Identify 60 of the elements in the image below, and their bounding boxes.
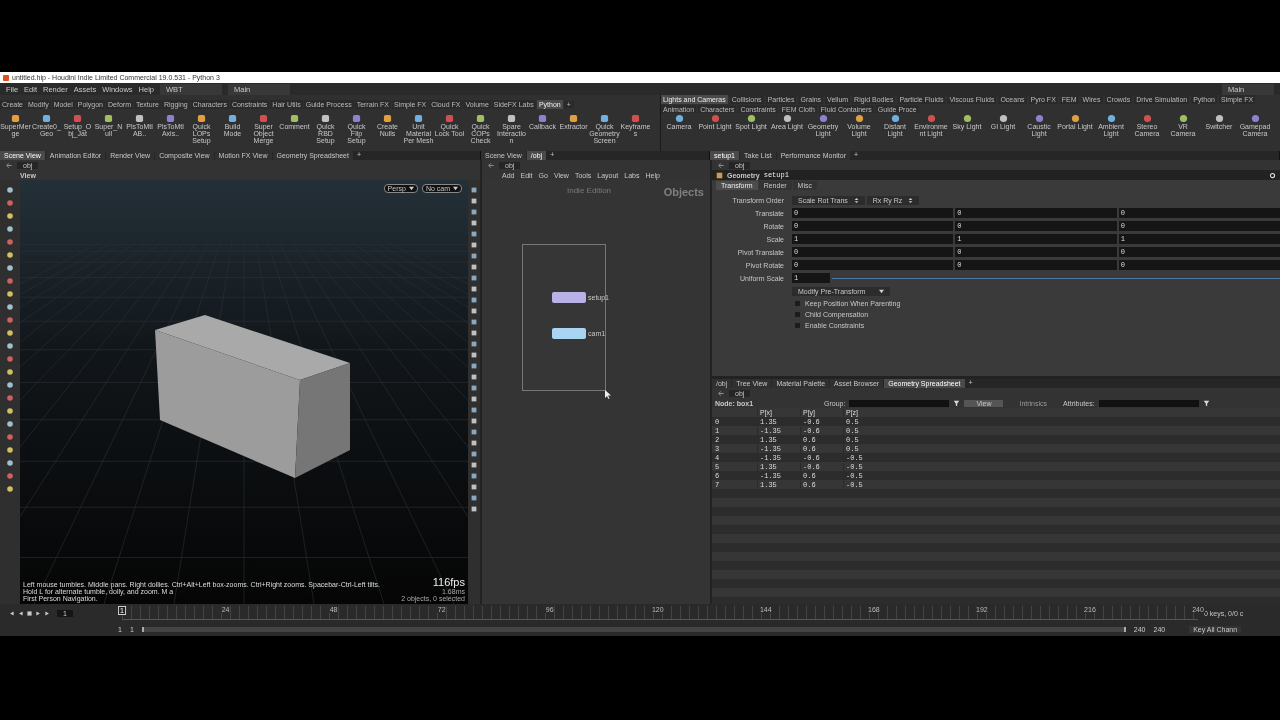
shelf-tool-icon[interactable]	[890, 114, 900, 123]
checkbox[interactable]	[795, 322, 800, 328]
shelf-tool-icon[interactable]	[507, 114, 516, 123]
shelf-tool-icon[interactable]	[11, 114, 20, 123]
shelf-tool-icon[interactable]	[538, 114, 547, 123]
shelf-tool-icon[interactable]	[818, 114, 828, 123]
cursor-icon	[605, 390, 611, 399]
checkbox[interactable]	[795, 300, 800, 306]
group-field[interactable]	[849, 399, 950, 407]
fps-readout: 116fps	[432, 576, 465, 588]
stepper-icon	[908, 197, 914, 203]
shelf-tool-icon[interactable]	[746, 114, 756, 123]
shelf-tool-icon[interactable]	[476, 114, 485, 123]
shelf-tool-icon[interactable]	[710, 114, 720, 123]
shelf-tool-icon[interactable]	[1214, 114, 1224, 123]
node-type-icon	[716, 171, 723, 179]
shelf-tool-icon[interactable]	[569, 114, 578, 123]
caret-icon	[408, 186, 414, 191]
back-arrow-icon[interactable]	[488, 161, 495, 169]
checkbox[interactable]	[795, 311, 800, 317]
shelf-tool-icon[interactable]	[414, 114, 423, 123]
shelf-tool-icon[interactable]	[321, 114, 330, 123]
shelf-tool-icon[interactable]	[352, 114, 361, 123]
node[interactable]	[552, 292, 586, 303]
shelf-tool-icon[interactable]	[73, 114, 82, 123]
context-label: Objects	[663, 186, 704, 198]
shelf-tool-icon[interactable]	[1034, 114, 1044, 123]
caret-icon	[879, 288, 884, 294]
shelf-tool-icon[interactable]	[259, 114, 268, 123]
shelf-tool-icon[interactable]	[166, 114, 175, 123]
back-arrow-icon[interactable]	[6, 161, 13, 169]
shelf-tool-icon[interactable]	[42, 114, 51, 123]
shelf-tool-icon[interactable]	[228, 114, 237, 123]
shelf-tool-icon[interactable]	[197, 114, 206, 123]
back-arrow-icon[interactable]	[718, 161, 725, 169]
shelf-tool-icon[interactable]	[926, 114, 936, 123]
shelf-tool-icon[interactable]	[674, 114, 684, 123]
shelf-tool-icon[interactable]	[962, 114, 972, 123]
shelf-tool-icon[interactable]	[104, 114, 113, 123]
shelf-tool-icon[interactable]	[1142, 114, 1152, 123]
caret-icon	[453, 186, 458, 191]
shelf-tool-icon[interactable]	[854, 114, 864, 123]
attributes-field[interactable]	[1098, 399, 1199, 407]
shelf-tool-icon[interactable]	[290, 114, 299, 123]
shelf-tool-icon[interactable]	[383, 114, 392, 123]
node[interactable]	[552, 328, 586, 339]
back-arrow-icon[interactable]	[718, 389, 725, 397]
shelf-tool-icon[interactable]	[1106, 114, 1116, 123]
shelf-tool-icon[interactable]	[782, 114, 792, 123]
shelf-tool-icon[interactable]	[631, 114, 640, 123]
shelf-tool-icon[interactable]	[600, 114, 609, 123]
edition-watermark: Indie Edition	[567, 186, 612, 195]
stepper-icon	[853, 197, 859, 203]
shelf-tool-icon[interactable]	[1070, 114, 1080, 123]
app-icon	[3, 74, 9, 81]
shelf-tool-icon[interactable]	[135, 114, 144, 123]
shelf-tool-icon[interactable]	[1178, 114, 1188, 123]
shelf-tool-icon[interactable]	[1250, 114, 1260, 123]
shelf-tool-icon[interactable]	[445, 114, 454, 123]
shelf-tool-icon[interactable]	[998, 114, 1008, 123]
